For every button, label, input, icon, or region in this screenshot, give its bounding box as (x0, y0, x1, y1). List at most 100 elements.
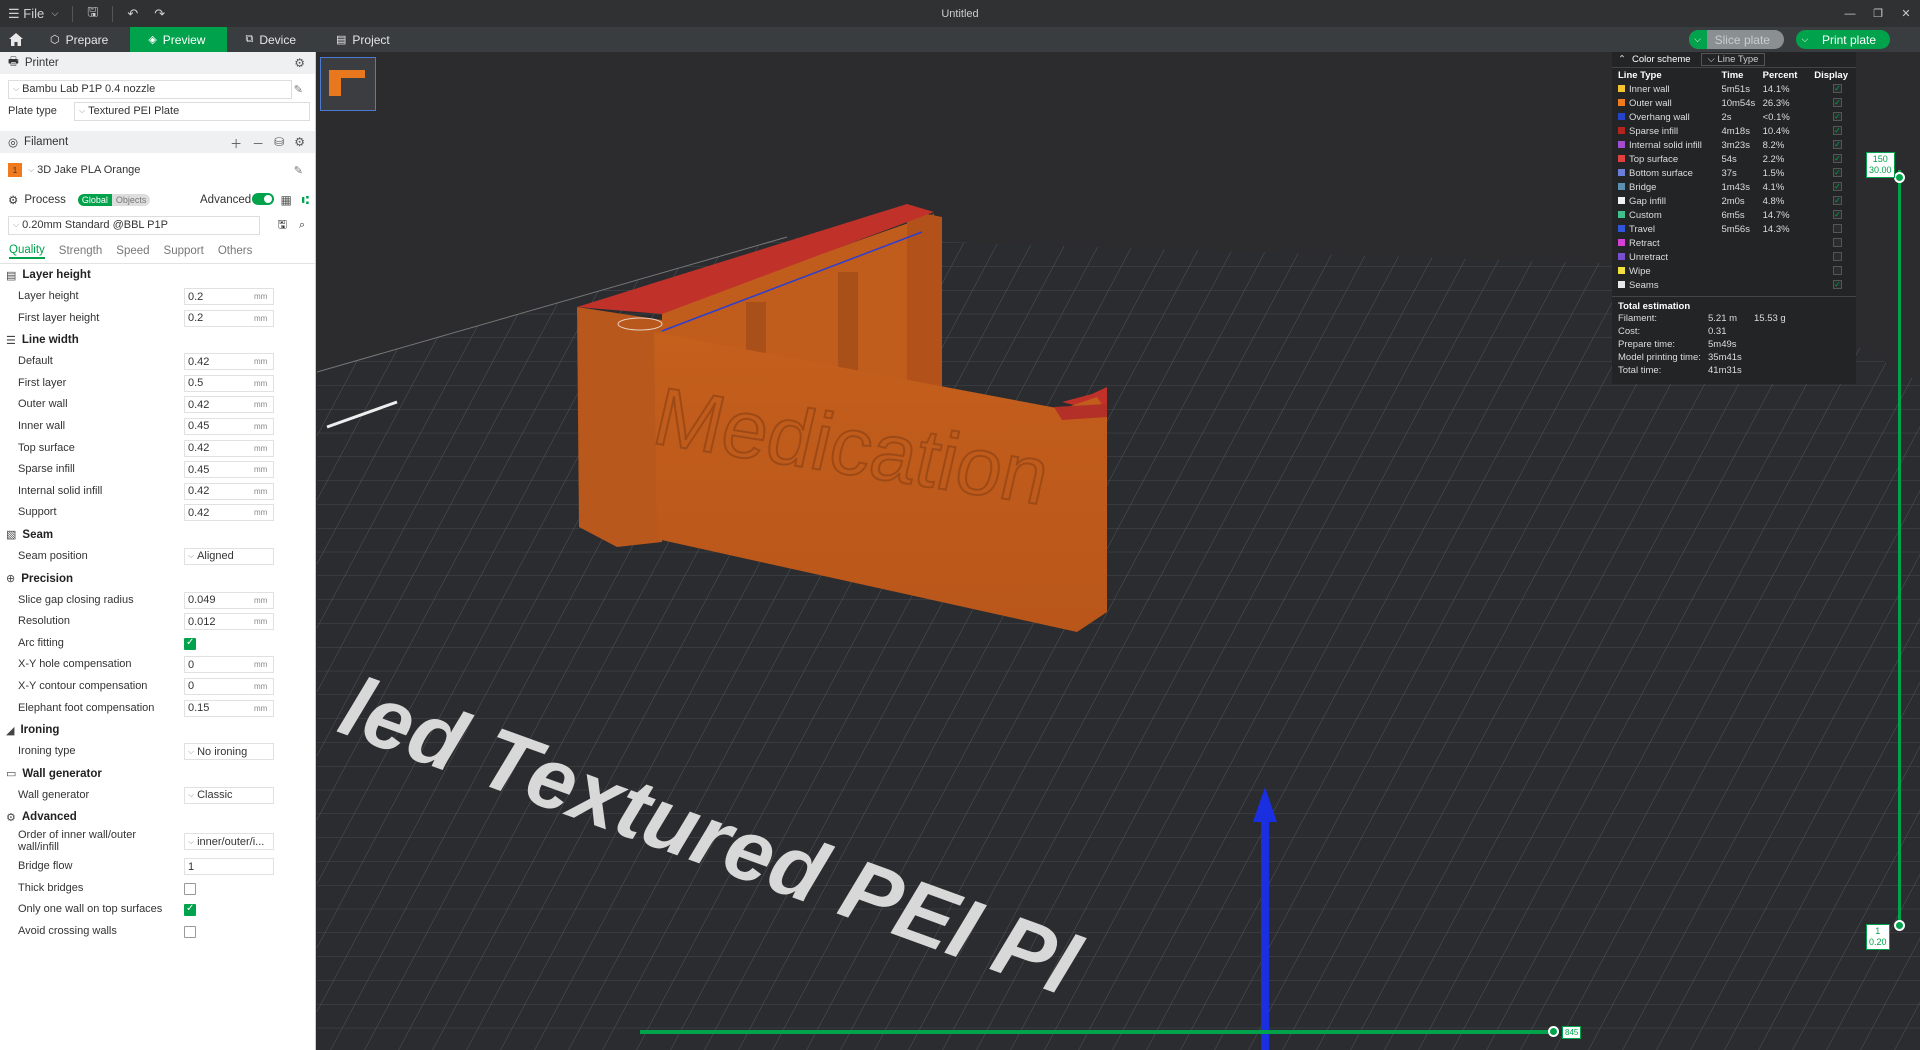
legend-color-swatch (1618, 155, 1625, 163)
tab-preview[interactable]: ◈ Preview (130, 27, 228, 52)
display-checkbox[interactable]: ✓ (1833, 140, 1842, 150)
group-title: Seam (22, 528, 54, 541)
display-checkbox[interactable]: ✓ (1833, 126, 1842, 136)
advanced-icon: ⚙ (6, 811, 16, 824)
restore-icon[interactable]: ❐ (1864, 0, 1892, 27)
advanced-toggle[interactable] (252, 193, 274, 205)
tab-support[interactable]: Support (164, 245, 204, 257)
display-checkbox[interactable]: ✓ (1833, 168, 1842, 178)
legend-time: 54s (1721, 153, 1737, 165)
legend-time: 1m43s (1721, 181, 1750, 193)
tab-others[interactable]: Others (218, 245, 253, 257)
move-slider[interactable] (640, 1030, 1556, 1034)
legend-color-swatch (1618, 253, 1625, 261)
display-checkbox[interactable]: ✓ (1833, 98, 1842, 108)
wall-generator-select[interactable]: Classic (184, 786, 274, 804)
wall-order-select[interactable]: inner/outer/i... (184, 833, 274, 851)
global-objects-toggle[interactable]: Global Objects (77, 194, 151, 206)
avoid-crossing-checkbox[interactable] (184, 926, 196, 939)
tab-speed[interactable]: Speed (116, 245, 149, 257)
ironing-type-select[interactable]: No ironing (184, 743, 274, 761)
search-icon[interactable]: ⌕ (299, 219, 305, 232)
legend-time: 37s (1721, 167, 1737, 179)
display-checkbox[interactable]: ✓ (1833, 182, 1842, 192)
edit-icon[interactable]: ✎ (294, 83, 303, 96)
layer-slider[interactable] (1898, 170, 1901, 930)
arc-fitting-checkbox[interactable] (184, 637, 196, 650)
home-icon[interactable] (0, 27, 32, 52)
chevron-down-icon[interactable]: ⌵ (1688, 30, 1707, 49)
objects-option[interactable]: Objects (111, 194, 151, 206)
layer-slider-top-handle[interactable] (1894, 172, 1905, 183)
only-one-wall-checkbox[interactable] (184, 903, 196, 917)
group-seam: ▧ Seam (0, 524, 315, 546)
save-preset-icon[interactable]: 🖫 (278, 216, 287, 235)
display-checkbox[interactable] (1833, 238, 1842, 248)
minimize-icon[interactable]: — (1836, 0, 1864, 27)
legend-line-type: Outer wall (1612, 96, 1721, 110)
legend-row: Travel 5m56s 14.3% (1612, 222, 1856, 236)
redo-icon[interactable]: ↷ (146, 0, 173, 27)
compare-icon[interactable]: ▦ (280, 193, 291, 207)
tab-project[interactable]: ▤ Project (318, 27, 412, 52)
display-checkbox[interactable]: ✓ (1833, 112, 1842, 122)
main-tab-bar: ⬡ Prepare ◈ Preview ⧉ Device ▤ Project ⌵ Slic… (0, 27, 1920, 52)
legend-header: ⌃ Color scheme ⌵ Line Type (1612, 52, 1856, 68)
printer-header-label: Printer (24, 57, 59, 69)
legend-header-row: Line Type Time Percent Display (1612, 69, 1856, 82)
tree-icon[interactable]: ⑆ (302, 193, 309, 207)
estimation-key: Model printing time: (1618, 352, 1701, 363)
remove-icon[interactable]: － (252, 135, 264, 152)
chevron-down-icon[interactable]: ⌵ (28, 165, 34, 175)
file-menu[interactable]: ☰ File ⌵ (0, 0, 66, 27)
plate-thumbnail[interactable] (320, 57, 376, 111)
seam-position-select[interactable]: Aligned (184, 547, 274, 565)
legend-percent: <0.1% (1762, 111, 1790, 123)
display-checkbox[interactable]: ✓ (1833, 84, 1842, 94)
process-preset-select[interactable]: ⌵ 0.20mm Standard @BBL P1P (8, 215, 260, 235)
chevron-down-icon[interactable]: ⌵ (1796, 30, 1814, 49)
param-thick-bridges: Thick bridges (0, 878, 315, 900)
menu-icon: ☰ (8, 5, 20, 21)
printer-select[interactable]: ⌵ Bambu Lab P1P 0.4 nozzle (8, 79, 292, 99)
edit-icon[interactable]: ✎ (294, 164, 303, 177)
param-default: Default 0.42 mm (0, 351, 315, 373)
tab-device[interactable]: ⧉ Device (227, 27, 318, 52)
legend-line-type: Inner wall (1612, 82, 1721, 96)
thick-bridges-checkbox[interactable] (184, 882, 196, 895)
unit-label: mm (254, 465, 268, 475)
plate-type-select[interactable]: ⌵ Textured PEI Plate (74, 101, 310, 121)
display-checkbox[interactable]: ✓ (1833, 196, 1842, 206)
display-checkbox[interactable] (1833, 252, 1842, 262)
display-checkbox[interactable] (1833, 266, 1842, 276)
move-slider-handle[interactable] (1548, 1026, 1559, 1037)
add-icon[interactable]: ＋ (230, 135, 242, 152)
chevron-up-icon[interactable]: ⌃ (1618, 54, 1626, 65)
sync-icon[interactable]: ⛁ (274, 135, 284, 152)
tab-quality[interactable]: Quality (9, 244, 45, 259)
save-icon[interactable]: 🖫 (79, 0, 106, 27)
global-option[interactable]: Global (77, 194, 112, 206)
line-width-icon: ☰ (6, 334, 16, 347)
tab-strength[interactable]: Strength (59, 245, 102, 257)
tab-prepare[interactable]: ⬡ Prepare (32, 27, 130, 52)
display-checkbox[interactable]: ✓ (1833, 154, 1842, 164)
print-plate-button[interactable]: ⌵ Print plate (1795, 30, 1890, 49)
legend-line-name: Bridge (1629, 181, 1657, 193)
slice-plate-button[interactable]: ⌵ Slice plate (1688, 30, 1784, 49)
filament-name[interactable]: 3D Jake PLA Orange (37, 164, 140, 176)
bridge-flow-input[interactable]: 1 (184, 858, 274, 876)
settings-icon[interactable]: ⚙ (294, 135, 305, 152)
display-checkbox[interactable]: ✓ (1833, 210, 1842, 220)
display-checkbox[interactable]: ✓ (1833, 280, 1842, 290)
layer-slider-bottom-handle[interactable] (1894, 920, 1905, 931)
filament-color-swatch[interactable]: 1 (8, 163, 22, 177)
color-scheme-label: Color scheme (1631, 54, 1691, 65)
close-icon[interactable]: ✕ (1892, 0, 1920, 27)
app-window: ☰ File ⌵ 🖫 ↶ ↷ Untitled — ❐ ✕ ⬡ Prepare ◈… (0, 0, 1920, 1050)
color-scheme-select[interactable]: ⌵ Line Type (1700, 53, 1766, 66)
settings-icon[interactable]: ⚙ (294, 56, 305, 70)
slice-plate-label: Slice plate (1714, 32, 1770, 47)
undo-icon[interactable]: ↶ (119, 0, 146, 27)
display-checkbox[interactable] (1833, 224, 1842, 234)
